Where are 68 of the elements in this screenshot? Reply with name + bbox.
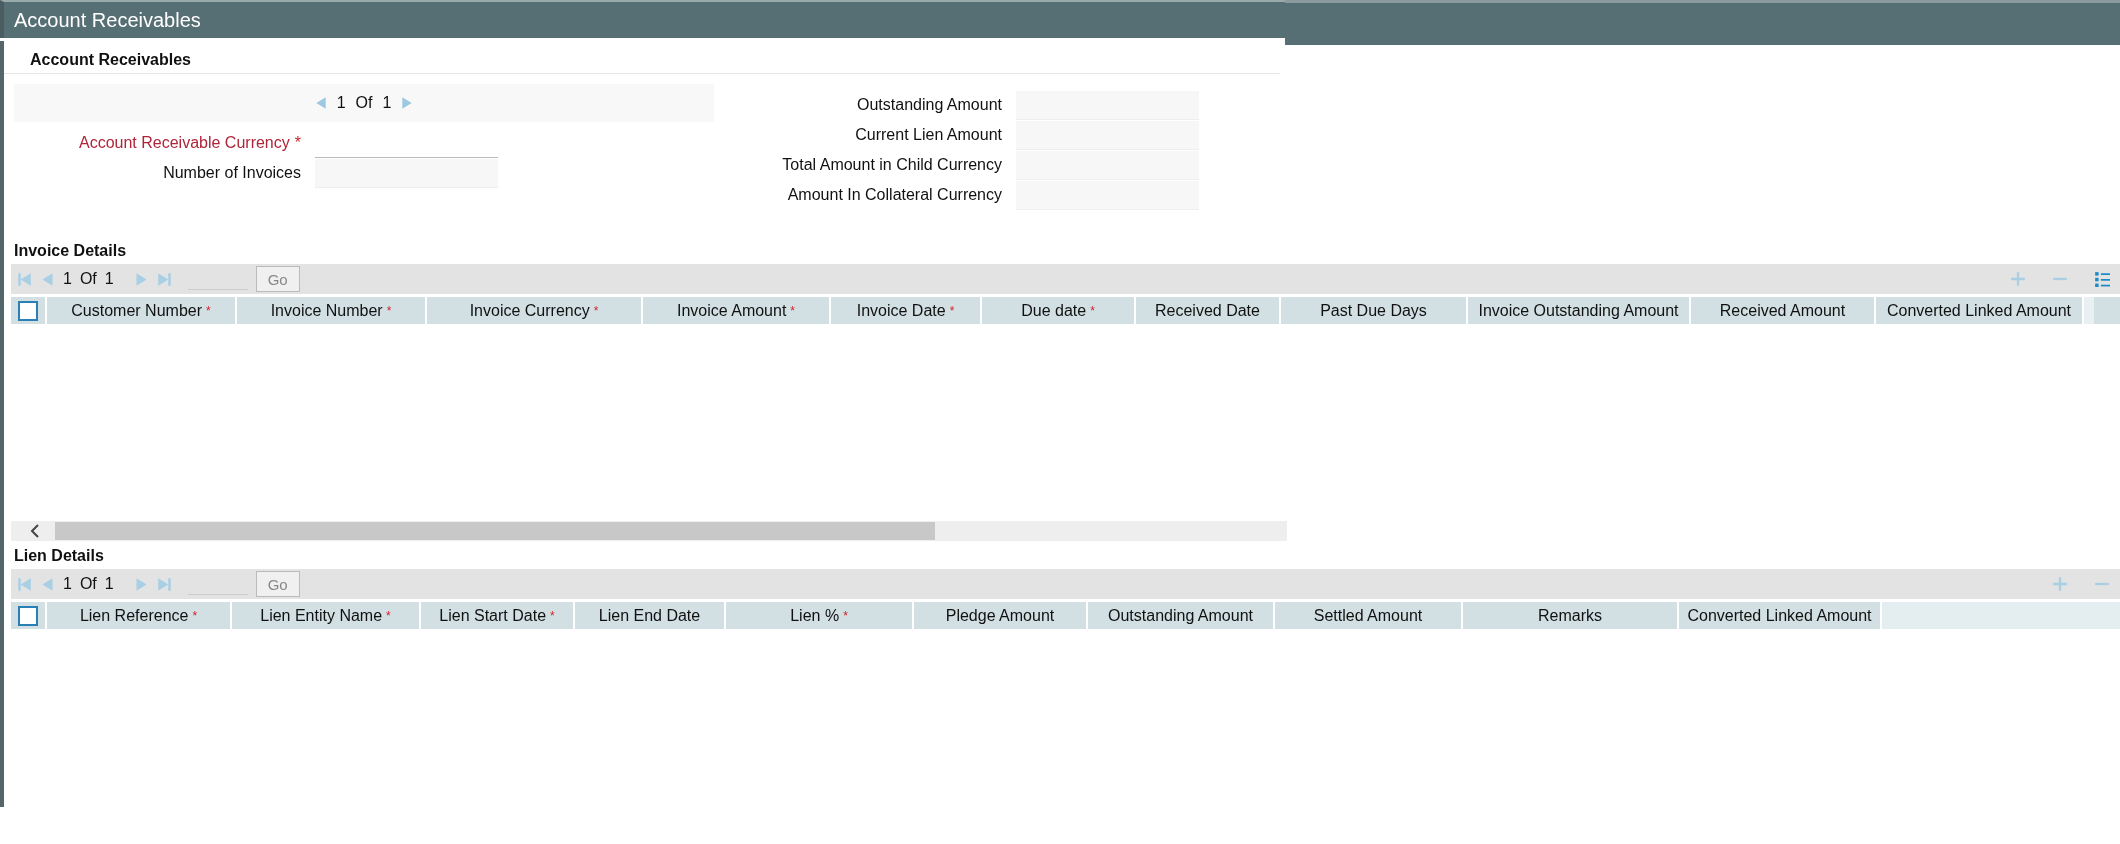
column-header: Converted Linked Amount [1886, 301, 2072, 320]
first-page-icon[interactable] [17, 576, 32, 592]
section-title: Account Receivables [4, 41, 1280, 74]
page-number: 1 [63, 575, 72, 593]
required-mark: * [843, 608, 848, 623]
last-page-icon[interactable] [156, 271, 172, 287]
column-header: Invoice Amount [676, 301, 787, 320]
column-header: Invoice Date [856, 301, 946, 320]
last-page-icon[interactable] [156, 576, 172, 592]
column-header: Outstanding Amount [1108, 606, 1253, 625]
page-of: Of [79, 575, 97, 593]
field-label: Current Lien Amount [854, 126, 1002, 144]
previous-icon[interactable] [40, 271, 55, 287]
required-mark: * [790, 303, 796, 318]
column-header: Past Due Days [1320, 301, 1427, 320]
field-label: Amount In Collateral Currency [786, 186, 1002, 204]
next-icon[interactable] [401, 96, 414, 110]
column-header: Lien Start Date [439, 606, 547, 625]
column-header: Received Amount [1719, 301, 1846, 320]
select-all-checkbox[interactable] [18, 605, 38, 626]
field-label: Total Amount in Child Currency [781, 156, 1002, 174]
page-of: Of [355, 94, 373, 112]
column-header: Invoice Outstanding Amount [1478, 301, 1679, 320]
select-all-checkbox[interactable] [18, 300, 38, 321]
page-total: 1 [382, 94, 392, 112]
required-mark: * [550, 608, 555, 623]
column-header: Pledge Amount [945, 606, 1055, 625]
list-icon[interactable] [2094, 271, 2110, 287]
previous-icon[interactable] [314, 96, 327, 110]
required-mark: * [386, 608, 391, 623]
field-label: Account Receivable Currency [79, 134, 290, 152]
required-mark: * [386, 303, 392, 318]
required-mark: * [294, 134, 301, 152]
column-header: Settled Amount [1313, 606, 1423, 625]
add-icon[interactable] [2052, 576, 2068, 592]
column-header: Invoice Number [270, 301, 383, 320]
page-total: 1 [104, 575, 114, 593]
page-total: 1 [104, 270, 114, 288]
first-page-icon[interactable] [17, 271, 32, 287]
window-title: Account Receivables [14, 8, 201, 32]
required-mark: * [593, 303, 599, 318]
required-mark: * [192, 608, 198, 623]
required-mark: * [1090, 303, 1095, 318]
column-header: Due date [1021, 301, 1087, 320]
column-header: Lien Reference [79, 606, 189, 625]
previous-icon[interactable] [40, 576, 55, 592]
scroll-left-icon[interactable] [29, 524, 41, 538]
grid-title: Lien Details [13, 546, 105, 566]
column-header: Converted Linked Amount [1687, 606, 1872, 625]
column-header: Remarks [1538, 606, 1602, 625]
column-header: Customer Number [71, 301, 202, 320]
column-header: Received Date [1155, 301, 1260, 320]
field-label: Number of Invoices [163, 164, 301, 182]
grid-title: Invoice Details [13, 241, 128, 261]
page-of: Of [79, 270, 97, 288]
page-number: 1 [336, 94, 346, 112]
column-header: Lien Entity Name [260, 606, 383, 625]
go-button[interactable]: Go [255, 571, 300, 597]
required-mark: * [206, 303, 211, 318]
horizontal-scrollbar[interactable] [11, 521, 1287, 541]
column-header: Lien End Date [598, 606, 701, 625]
page-number: 1 [63, 270, 72, 288]
column-header: Lien % [790, 606, 840, 625]
column-header: Invoice Currency [469, 301, 590, 320]
required-mark: * [949, 303, 955, 318]
add-icon[interactable] [2010, 271, 2026, 287]
field-label: Outstanding Amount [856, 96, 1002, 114]
go-button[interactable]: Go [255, 266, 300, 292]
